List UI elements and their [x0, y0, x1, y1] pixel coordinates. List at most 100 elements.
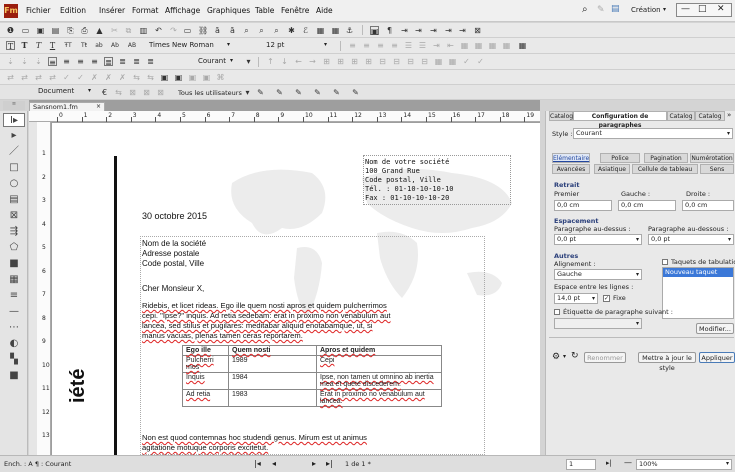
update-style-button[interactable]: Mettre à jour le style [638, 352, 696, 372]
taquets-checkbox[interactable] [662, 259, 668, 265]
tab-icon[interactable]: ⇣ [6, 57, 15, 66]
underline-button[interactable]: T [48, 41, 57, 50]
tab-stop-item[interactable]: Nouveau taquet [663, 268, 733, 277]
tab-paragraph-designer[interactable]: Configuration de paragraphes [573, 111, 667, 129]
subtab-asiatique[interactable]: Asiatique [594, 164, 630, 174]
gear-icon[interactable]: ⚙ [552, 352, 560, 362]
spell-icon[interactable]: ā [213, 26, 222, 35]
workspace-select[interactable]: Création [631, 6, 661, 14]
table-cell[interactable]: Inquis [182, 372, 229, 390]
accept-icon[interactable]: ✓ [62, 73, 71, 82]
subtab-sens[interactable]: Sens [700, 164, 734, 174]
thesaurus-icon[interactable]: ā [228, 26, 237, 35]
line-spacing-icon[interactable]: ≣ [132, 57, 141, 66]
comment-icon[interactable]: ✎ [332, 88, 341, 97]
row-icon[interactable]: ⊞ [350, 57, 359, 66]
comment-icon[interactable]: ✎ [256, 88, 265, 97]
rectangle-tool-icon[interactable]: □ [3, 161, 25, 175]
copy-icon[interactable]: ⧉ [124, 26, 133, 35]
menu-edition[interactable]: Edition [60, 6, 86, 15]
link-icon[interactable]: ⛓ [198, 26, 208, 35]
refresh-icon[interactable]: ↻ [571, 351, 579, 361]
flow-tool-icon[interactable]: ⇶ [3, 225, 25, 239]
letter-table[interactable]: Ego ille Quem nosti Apros et quidem Pulc… [182, 345, 442, 407]
vertical-ruler[interactable]: 1234567891011121314 [37, 122, 51, 463]
book-icon[interactable]: ▣ [188, 73, 197, 82]
arrow-up-icon[interactable]: ↑ [266, 57, 275, 66]
retrait-droite-input[interactable]: 0,0 cm [682, 200, 734, 211]
column-icon[interactable]: ⊟ [378, 57, 387, 66]
line-spacing-icon[interactable]: ≣ [146, 57, 155, 66]
track-icon[interactable]: ⇄ [34, 73, 43, 82]
horizontal-ruler[interactable]: 01234567891011121314151617181920 [29, 111, 559, 122]
palette-grip[interactable]: ≡ [3, 101, 25, 110]
style-select[interactable]: Courant ▾ [573, 128, 733, 139]
cell-icon[interactable]: ▦ [434, 57, 443, 66]
dash-tool-icon[interactable]: ⋯ [3, 321, 25, 335]
column-icon[interactable]: ⊟ [420, 57, 429, 66]
arrow-right-icon[interactable]: → [308, 57, 317, 66]
outdent-icon[interactable]: ⇤ [446, 41, 455, 50]
book-icon[interactable]: ▣ [174, 73, 183, 82]
apply-button[interactable]: Appliquer [699, 352, 735, 363]
layout-icon[interactable]: ▤ [611, 4, 620, 14]
color-tool-icon[interactable]: ■ [3, 369, 25, 383]
insert-icon[interactable]: ⇥ [414, 26, 423, 35]
view-select[interactable]: Document ▾ [35, 86, 93, 98]
table-icon[interactable]: ▦ [518, 41, 527, 50]
align-left-icon[interactable]: ≡ [348, 41, 357, 50]
text-frame-icon[interactable]: ▣ [370, 26, 379, 36]
list-icon[interactable]: ☰ [404, 41, 413, 50]
table-icon[interactable]: ▦ [502, 41, 511, 50]
menu-fenetre[interactable]: Fenêtre [281, 6, 309, 15]
maximize-icon[interactable]: □ [698, 4, 707, 14]
frame-tool-icon[interactable]: ▤ [3, 193, 25, 207]
indent-icon[interactable]: ⇥ [432, 41, 441, 50]
align-select[interactable]: Gauche ▾ [554, 269, 642, 280]
zoom-icon[interactable]: ⌕ [272, 26, 281, 35]
panel-menu-icon[interactable]: » [727, 111, 731, 119]
insert-icon[interactable]: ⇥ [444, 26, 453, 35]
cut-icon[interactable]: ✂ [110, 26, 119, 35]
above-select[interactable]: 0,0 pt ▾ [554, 234, 642, 245]
align-center-icon[interactable]: ≡ [362, 41, 371, 50]
fill-tool-icon[interactable]: ■ [3, 257, 25, 271]
row-icon[interactable]: ⊞ [364, 57, 373, 66]
pilcrow-icon[interactable]: ¶ [385, 26, 394, 35]
select-tool-icon[interactable]: ▸ [3, 129, 25, 143]
overprint-tool-icon[interactable]: ▚ [3, 353, 25, 367]
list-icon[interactable]: ☰ [418, 41, 427, 50]
menu-fichier[interactable]: Fichier [26, 6, 51, 15]
line-spacing-select[interactable]: 14,0 pt ▾ [554, 293, 598, 304]
tab-catalog[interactable]: Catalog [549, 111, 573, 121]
tint-tool-icon[interactable]: ◐ [3, 337, 25, 351]
minimize-icon[interactable]: — [681, 4, 690, 14]
table-icon[interactable]: ▦ [460, 41, 469, 50]
diff-icon[interactable]: ⊠ [128, 88, 137, 97]
map-icon[interactable]: ⌘ [216, 73, 225, 82]
row-icon[interactable]: ⊞ [322, 57, 331, 66]
line-tool-icon[interactable]: ／ [3, 145, 25, 159]
etiquette-select[interactable]: ▾ [554, 318, 642, 329]
align-right-icon[interactable]: ≡ [376, 41, 385, 50]
subtab-elementaire[interactable]: Elémentaire [552, 153, 590, 163]
tab-catalog[interactable]: Catalog [667, 111, 695, 121]
comment-icon[interactable]: ✎ [275, 88, 284, 97]
table-cell[interactable]: 1989 [228, 355, 317, 373]
lock-icon[interactable]: ▲ [95, 26, 104, 35]
text-tool-icon[interactable]: I▸ [3, 113, 25, 127]
menu-graphiques[interactable]: Graphiques [207, 6, 250, 15]
compare-icon[interactable]: ⇆ [132, 73, 141, 82]
dropdown-icon[interactable]: ▾ [243, 88, 252, 97]
superscript-button[interactable]: ŦT [62, 41, 74, 50]
line-spacing-icon[interactable]: ≣ [104, 57, 113, 67]
subtab-cellule[interactable]: Cellule de tableau [632, 164, 698, 174]
compare-icon[interactable]: ⇆ [114, 88, 123, 97]
subtab-police[interactable]: Police [600, 153, 640, 163]
compare-icon[interactable]: ⇆ [146, 73, 155, 82]
pen-icon[interactable]: ✎ [597, 5, 605, 15]
subscript-button[interactable]: Tŧ [78, 41, 90, 50]
capitalize-button[interactable]: Ab [109, 41, 121, 50]
table-icon[interactable]: ▦ [316, 26, 325, 35]
page-number-field[interactable]: 1 [566, 459, 596, 470]
